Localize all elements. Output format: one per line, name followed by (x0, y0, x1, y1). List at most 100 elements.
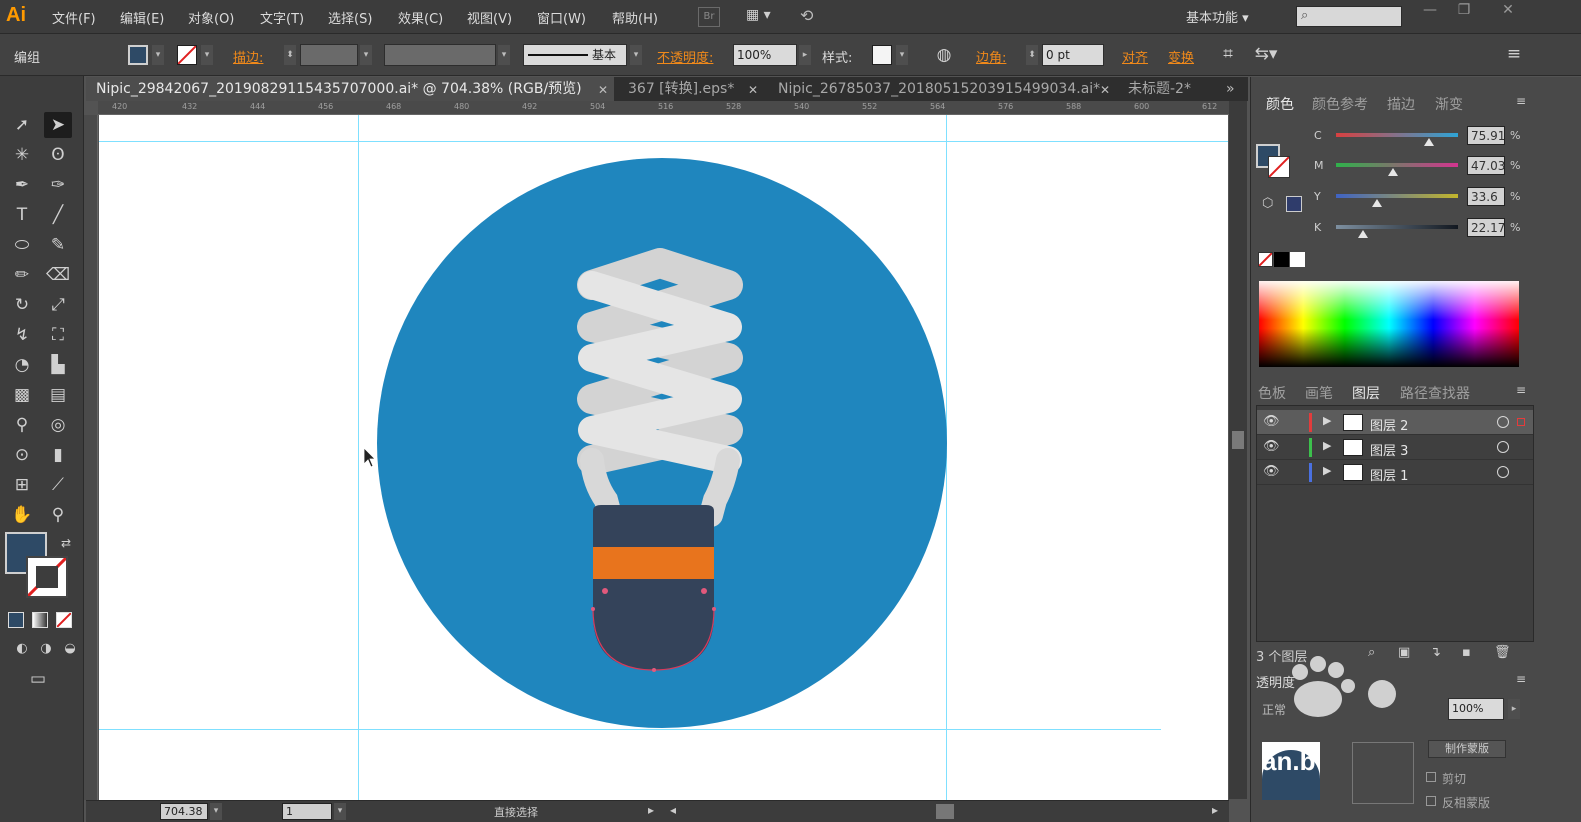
tab-document-3[interactable]: Nipic_26785037_20180515203915499034.ai* (768, 77, 1114, 101)
stroke-color-box[interactable] (26, 556, 68, 598)
zoom-tool-icon[interactable]: ⚲ (44, 502, 72, 528)
perspective-grid-tool-icon[interactable]: ▙ (44, 352, 72, 378)
layer-name[interactable]: 图层 2 (1370, 415, 1408, 434)
anchor-point[interactable] (602, 588, 608, 594)
expand-triangle-icon[interactable]: ▶ (1323, 464, 1331, 477)
tab-close-icon[interactable]: ✕ (598, 83, 608, 97)
visibility-eye-icon[interactable]: 👁 (1263, 439, 1281, 455)
tab-swatches[interactable]: 色板 (1258, 383, 1286, 403)
line-tool-icon[interactable]: ╱ (44, 202, 72, 228)
make-mask-button[interactable]: 制作蒙版 (1428, 740, 1506, 758)
channel-value-field[interactable]: 75.91 (1467, 126, 1505, 145)
menu-view[interactable]: 视图(V) (467, 8, 512, 27)
anchor-point[interactable] (701, 588, 707, 594)
invert-mask-checkbox[interactable] (1426, 796, 1436, 806)
brush-dropdown[interactable]: ▾ (630, 45, 642, 65)
new-layer-icon[interactable]: ▪ (1462, 645, 1471, 660)
column-graph-tool-icon[interactable]: ▮ (44, 442, 72, 468)
free-transform-tool-icon[interactable]: ⛶ (44, 322, 72, 348)
paintbrush-tool-icon[interactable]: ✎ (44, 232, 72, 258)
fill-dropdown[interactable]: ▾ (152, 45, 164, 65)
tab-pathfinder[interactable]: 路径查找器 (1400, 383, 1470, 403)
tab-stroke[interactable]: 描边 (1387, 94, 1415, 114)
variable-width-profile[interactable] (384, 44, 496, 66)
status-menu-arrow[interactable]: ▸ (648, 803, 654, 817)
anchor-point[interactable] (591, 607, 595, 611)
magic-wand-tool-icon[interactable]: ✳ (8, 142, 36, 168)
none-mode-button[interactable] (56, 612, 72, 628)
panel-menu-icon[interactable]: ≡ (1516, 94, 1526, 108)
scroll-right-arrow[interactable]: ▸ (1212, 803, 1218, 817)
visibility-eye-icon[interactable]: 👁 (1263, 464, 1281, 480)
expand-triangle-icon[interactable]: ▶ (1323, 414, 1331, 427)
tab-color-guide[interactable]: 颜色参考 (1312, 94, 1368, 114)
menu-effect[interactable]: 效果(C) (398, 8, 443, 27)
opacity-arrow[interactable]: ▸ (799, 45, 811, 65)
visibility-eye-icon[interactable]: 👁 (1263, 414, 1281, 430)
stroke-weight-stepper[interactable]: ⬍ (284, 45, 296, 65)
ellipse-tool-icon[interactable]: ⬭ (8, 232, 36, 258)
channel-slider-thumb[interactable] (1372, 199, 1383, 207)
brush-definition-field[interactable]: 基本 (523, 44, 627, 66)
close-button[interactable]: ✕ (1490, 2, 1526, 24)
panel-menu-icon[interactable]: ≡ (1516, 383, 1526, 397)
graphic-style-swatch[interactable] (872, 45, 892, 65)
opacity-slider-arrow[interactable]: ▸ (1508, 699, 1520, 719)
layer-row[interactable]: 👁 ▶ 图层 3 (1257, 435, 1533, 460)
menu-file[interactable]: 文件(F) (52, 8, 96, 27)
zoom-field[interactable]: 704.38 (160, 803, 208, 820)
artboard-dropdown[interactable]: ▾ (334, 803, 346, 820)
menu-help[interactable]: 帮助(H) (612, 8, 658, 27)
channel-value-field[interactable]: 22.17 (1467, 218, 1505, 237)
align-link[interactable]: 对齐 (1122, 47, 1148, 66)
transform-link[interactable]: 变换 (1168, 47, 1194, 66)
scroll-left-arrow[interactable]: ◂ (670, 803, 676, 817)
target-circle-icon[interactable] (1497, 466, 1509, 478)
lightbulb-artwork[interactable] (99, 115, 1228, 800)
tab-document-1[interactable]: Nipic_29842067_20190829115435707000.ai* … (86, 77, 614, 101)
rotate-tool-icon[interactable]: ↻ (8, 292, 36, 318)
eraser-tool-icon[interactable]: ⌫ (44, 262, 72, 288)
layer-row[interactable]: 👁 ▶ 图层 2 (1257, 410, 1533, 435)
isolate-group-icon[interactable]: ⌗ (1214, 41, 1242, 67)
stroke-weight-field[interactable] (300, 44, 358, 66)
stroke-label[interactable]: 描边: (233, 47, 263, 66)
eyedropper-tool-icon[interactable]: ⚲ (8, 412, 36, 438)
gpu-sync-icon[interactable]: ⟲ (800, 6, 826, 28)
pencil-tool-icon[interactable]: ✏ (8, 262, 36, 288)
layer-name[interactable]: 图层 1 (1370, 465, 1408, 484)
expand-triangle-icon[interactable]: ▶ (1323, 439, 1331, 452)
style-dropdown[interactable]: ▾ (896, 45, 908, 65)
menu-object[interactable]: 对象(O) (188, 8, 234, 27)
mesh-tool-icon[interactable]: ▩ (8, 382, 36, 408)
maximize-button[interactable]: ❐ (1446, 2, 1482, 24)
slice-tool-icon[interactable]: ⟋ (44, 472, 72, 498)
profile-dropdown[interactable]: ▾ (498, 45, 510, 65)
recolor-artwork-icon[interactable]: ◍ (930, 42, 958, 68)
color-spectrum[interactable] (1259, 281, 1519, 367)
tab-gradient[interactable]: 渐变 (1435, 94, 1463, 114)
stroke-weight-dropdown[interactable]: ▾ (360, 45, 372, 65)
blend-tool-icon[interactable]: ◎ (44, 412, 72, 438)
delete-layer-icon[interactable]: 🗑 (1494, 645, 1511, 660)
vertical-scrollbar[interactable] (1229, 101, 1247, 799)
warp-tool-icon[interactable]: ↯ (8, 322, 36, 348)
bridge-button[interactable]: Br (698, 7, 720, 27)
tab-close-icon[interactable]: ✕ (748, 83, 758, 97)
new-sublayer-icon[interactable]: ↴ (1430, 645, 1441, 660)
opacity-field[interactable]: 100% (733, 44, 797, 66)
target-circle-icon[interactable] (1497, 441, 1509, 453)
menu-type[interactable]: 文字(T) (260, 8, 304, 27)
menu-edit[interactable]: 编辑(E) (120, 8, 164, 27)
workspace-switcher[interactable]: 基本功能 ▾ (1186, 7, 1249, 26)
arrange-documents-button[interactable]: ▦ ▾ (746, 7, 780, 27)
panel-stroke-swatch[interactable] (1268, 156, 1290, 178)
selection-tool-icon[interactable]: ➚ (8, 112, 36, 138)
pen-tool-icon[interactable]: ✒ (8, 172, 36, 198)
fill-swatch[interactable] (128, 45, 148, 65)
vertical-scroll-thumb[interactable] (1232, 431, 1244, 449)
tab-overflow-icon[interactable]: » (1226, 81, 1235, 97)
tab-document-4[interactable]: 未标题-2* (1118, 77, 1218, 101)
anchor-point[interactable] (652, 668, 656, 672)
corner-field[interactable]: 0 pt (1042, 44, 1104, 66)
